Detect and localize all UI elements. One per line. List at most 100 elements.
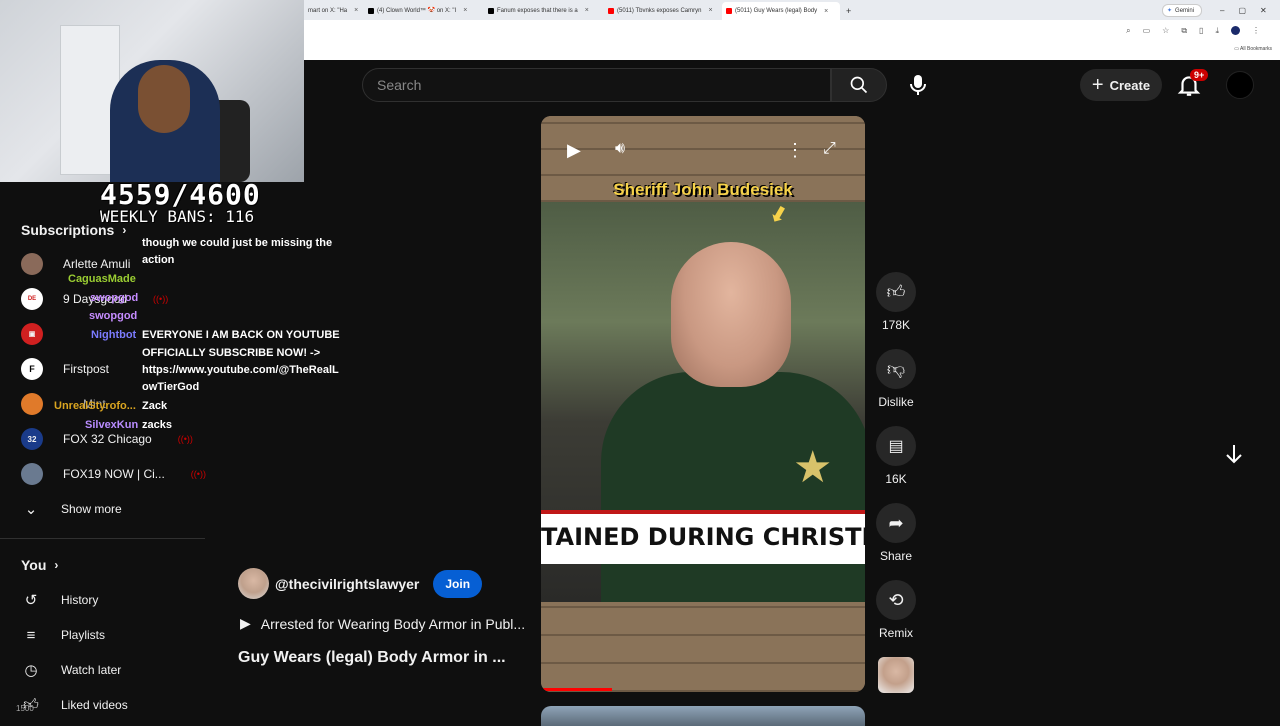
address-bar-area: ⌕ ▭ ☆ ⧉ ▯ ⤓ ⋮ ▭ All Bookmarks	[304, 20, 1280, 60]
remix-button[interactable]: ⟲ Remix	[874, 580, 918, 640]
join-button[interactable]: Join	[433, 569, 483, 598]
browser-tab-strip: mart on X: "Ha × (4) Clown World™ 🤡 on X…	[304, 0, 1280, 20]
sidebar-channel[interactable]: Mint	[21, 392, 106, 416]
sidebar-item-label: History	[61, 593, 99, 607]
star-icon[interactable]: ☆	[1162, 26, 1169, 36]
channel-handle[interactable]: @thecivilrightslawyer	[275, 576, 419, 592]
fullscreen-icon[interactable]: ⤢	[823, 140, 836, 158]
browser-tab[interactable]: mart on X: "Ha ×	[304, 4, 364, 17]
extensions-icon[interactable]: ⧉	[1181, 26, 1187, 36]
zoom-icon[interactable]: ⌕	[1126, 26, 1130, 36]
webcam-streamer-head	[138, 65, 190, 133]
sidebar-item-playlists[interactable]: ≡ Playlists	[21, 623, 105, 647]
close-icon[interactable]: ✕	[1260, 6, 1267, 15]
sidebar-channel[interactable]: FOX19 NOW | Ci... ((•))	[21, 462, 206, 486]
remix-label: Remix	[878, 626, 913, 640]
menu-icon[interactable]: ⋮	[1252, 26, 1260, 36]
sidebar-channel[interactable]: Arlette Amuli	[21, 252, 130, 276]
share-button[interactable]: ➦ Share	[874, 503, 918, 563]
microphone-icon	[910, 75, 926, 95]
comments-button[interactable]: ▤ 16K	[874, 426, 918, 486]
close-icon[interactable]: ×	[354, 7, 358, 14]
avatar: 32	[21, 428, 43, 450]
youtube-logo-icon	[726, 8, 732, 14]
all-bookmarks[interactable]: ▭ All Bookmarks	[1234, 46, 1272, 52]
bookmarks-label: All Bookmarks	[1240, 46, 1272, 52]
maximize-icon[interactable]: ▢	[1238, 6, 1246, 15]
show-more-label: Show more	[61, 502, 122, 516]
close-icon[interactable]: ×	[824, 8, 828, 15]
play-icon[interactable]: ▶	[567, 140, 581, 161]
history-icon: ↺	[24, 592, 38, 609]
playlist-link[interactable]: ▶ Arrested for Wearing Body Armor in Pub…	[240, 615, 525, 632]
account-avatar[interactable]	[1226, 71, 1254, 99]
you-label: You	[21, 557, 47, 573]
search-input[interactable]: Search	[362, 68, 831, 102]
youtube-logo-icon	[608, 7, 614, 14]
dislike-button[interactable]: 👎︎ Dislike	[874, 349, 918, 409]
video-name-overlay: Sheriff John Budesiek	[613, 180, 793, 199]
sidebar-channel[interactable]: F Firstpost	[21, 357, 109, 381]
remix-circle: ⟲	[876, 580, 916, 620]
next-short-preview[interactable]	[541, 706, 865, 726]
channel-name: FOX19 NOW | Ci...	[63, 467, 165, 481]
profile-icon[interactable]	[1231, 26, 1240, 35]
search-placeholder: Search	[377, 77, 422, 93]
video-title[interactable]: Guy Wears (legal) Body Armor in ...	[238, 649, 506, 667]
sidebar-item-history[interactable]: ↺ History	[21, 588, 99, 612]
sidebar-item-liked-videos[interactable]: 👍︎ Liked videos	[21, 693, 128, 717]
download-icon[interactable]: ⤓	[1215, 26, 1219, 36]
cast-icon[interactable]: ▭	[1143, 26, 1151, 36]
sidebar-channel[interactable]: ▣	[21, 322, 43, 346]
gemini-button[interactable]: ✦ Gemini	[1162, 4, 1202, 17]
avatar	[21, 463, 43, 485]
gemini-label: Gemini	[1175, 7, 1195, 14]
sidebar-item-label: Liked videos	[61, 698, 128, 712]
you-header[interactable]: You ›	[21, 557, 58, 573]
show-more-button[interactable]: ⌄ Show more	[21, 497, 122, 521]
playlist-title: Arrested for Wearing Body Armor in Publ.…	[260, 615, 526, 632]
next-video-button[interactable]	[1222, 442, 1246, 466]
channel-name: FOX 32 Chicago	[63, 432, 152, 446]
webcam-overlay	[0, 0, 304, 182]
play-icon: ▶	[240, 615, 251, 631]
search-icon	[850, 76, 868, 94]
sidebar-channel[interactable]: DE 9 Daysgood ((•))	[21, 287, 168, 311]
browser-tab-active[interactable]: (5011) Guy Wears (legal) Body ×	[722, 2, 840, 20]
channel-avatar[interactable]	[238, 568, 269, 599]
notifications-button[interactable]: 9+	[1176, 69, 1209, 100]
create-button[interactable]: + Create	[1080, 69, 1162, 101]
minimize-icon[interactable]: –	[1220, 6, 1224, 15]
sidebar-item-watch-later[interactable]: ◷ Watch later	[21, 658, 121, 682]
sidepanel-icon[interactable]: ▯	[1199, 26, 1203, 36]
avatar	[21, 253, 43, 275]
like-button[interactable]: 👍︎ 178K	[874, 272, 918, 332]
video-sheriff-head	[671, 242, 791, 387]
dislike-label: Dislike	[878, 395, 914, 409]
subscriptions-header[interactable]: Subscriptions ›	[21, 222, 126, 238]
close-icon[interactable]: ×	[463, 7, 467, 14]
playlists-icon: ≡	[26, 626, 36, 644]
sidebar-channel[interactable]: 32 FOX 32 Chicago ((•))	[21, 427, 193, 451]
volume-icon[interactable]: 🔊︎	[615, 140, 625, 158]
remix-sound-thumbnail[interactable]	[878, 657, 914, 693]
more-options-icon[interactable]: ⋮	[786, 140, 804, 161]
subscriptions-label: Subscriptions	[21, 222, 115, 238]
channel-name: Arlette Amuli	[63, 257, 131, 271]
shorts-video-player[interactable]: ★ Sheriff John Budesiek ⬇ TAINED DURING …	[541, 116, 865, 692]
browser-tab[interactable]: (5011) Tbvnks exposes Camryn ×	[604, 4, 722, 17]
avatar: ▣	[21, 323, 43, 345]
channel-name: 9 Daysgood	[63, 292, 128, 306]
close-icon[interactable]: ×	[585, 7, 589, 14]
voice-search-button[interactable]	[903, 68, 933, 102]
video-progress-bar[interactable]	[541, 688, 613, 691]
tab-label: (5011) Guy Wears (legal) Body	[735, 8, 818, 14]
search-button[interactable]	[831, 68, 887, 102]
plus-icon: +	[1091, 73, 1104, 96]
like-count: 178K	[881, 318, 911, 332]
browser-tab[interactable]: (4) Clown World™ 🤡 on X: "I ×	[364, 4, 484, 17]
browser-tab[interactable]: Fanum exposes that there is a ×	[484, 4, 604, 17]
chevron-down-icon: ⌄	[24, 501, 38, 518]
close-icon[interactable]: ×	[708, 7, 712, 14]
new-tab-icon[interactable]: +	[842, 4, 854, 17]
